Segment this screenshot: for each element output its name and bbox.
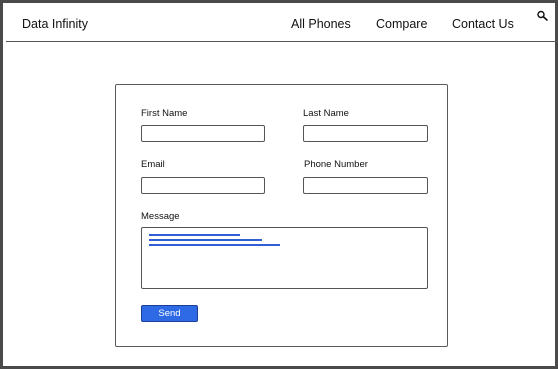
message-textarea[interactable] xyxy=(141,227,428,289)
message-text-line xyxy=(149,244,280,246)
contact-form-card: First Name Last Name Email Phone Number … xyxy=(115,84,448,347)
search-icon-svg xyxy=(537,10,548,21)
message-text-line xyxy=(149,234,240,236)
nav-link-all-phones[interactable]: All Phones xyxy=(291,17,351,31)
send-button[interactable]: Send xyxy=(141,305,198,322)
phone-number-label: Phone Number xyxy=(304,159,368,170)
last-name-field[interactable] xyxy=(303,125,428,142)
email-label: Email xyxy=(141,159,165,170)
message-label: Message xyxy=(141,211,180,222)
brand-logo-text[interactable]: Data Infinity xyxy=(22,17,88,31)
email-field[interactable] xyxy=(141,177,265,194)
message-text-line xyxy=(149,239,262,241)
last-name-label: Last Name xyxy=(303,108,349,119)
top-nav-bar: Data Infinity All Phones Compare Contact… xyxy=(6,6,558,42)
first-name-label: First Name xyxy=(141,108,188,119)
phone-number-field[interactable] xyxy=(303,177,428,194)
search-icon[interactable] xyxy=(536,9,550,21)
nav-link-compare[interactable]: Compare xyxy=(376,17,427,31)
page-frame: Data Infinity All Phones Compare Contact… xyxy=(0,0,558,369)
nav-link-contact-us[interactable]: Contact Us xyxy=(452,17,514,31)
first-name-field[interactable] xyxy=(141,125,265,142)
